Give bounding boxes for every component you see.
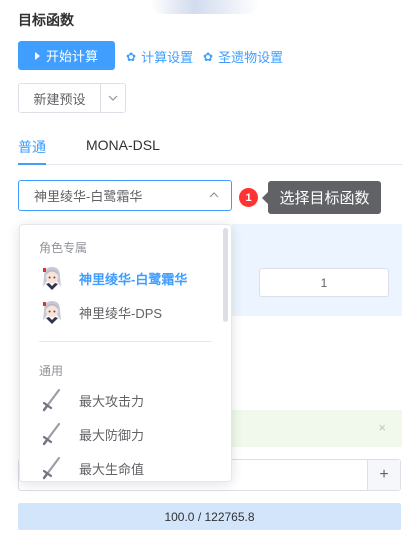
tab-normal[interactable]: 普通 [18,137,46,157]
gear-icon: ✿ [126,49,137,64]
guide-step-badge: 1 [239,188,258,207]
start-calculation-label: 开始计算 [45,49,98,64]
tab-indicator [18,163,46,165]
artifact-settings-button[interactable]: ✿ 圣遗物设置 [203,47,283,66]
calc-settings-label: 计算设置 [141,50,194,65]
option-max-hp[interactable]: 最大生命值 [20,451,225,481]
sword-icon [40,387,64,413]
chevron-up-icon [209,189,219,200]
preset-dropdown[interactable]: 新建预设 [18,83,126,113]
target-function-dropdown: 角色专属 神里绫华-白鹭霜华 神里绫华-DPS 通用 最大攻击力 最大防御力 最… [19,224,232,482]
guide-tooltip: 选择目标函数 [262,181,381,214]
ayaka-avatar-icon [40,265,64,291]
target-function-value: 神里绫华-白鹭霜华 [34,189,143,204]
sword-icon [40,421,64,447]
tab-mona-dsl[interactable]: MONA-DSL [86,137,160,153]
option-label: 最大生命值 [79,461,145,477]
banner-image-fragment [150,0,260,14]
increment-button[interactable]: + [367,460,400,490]
progress-bar: 100.0 / 122765.8 [18,503,401,530]
option-max-defense[interactable]: 最大防御力 [20,417,225,451]
option-label: 最大攻击力 [79,393,145,409]
group-title-character: 角色专属 [39,241,88,255]
target-function-select[interactable]: 神里绫华-白鹭霜华 [18,180,232,211]
option-label: 神里绫华-白鹭霜华 [79,271,188,287]
option-label: 最大防御力 [79,427,145,443]
config-number-input[interactable]: 1 [259,268,389,297]
option-label: 神里绫华-DPS [79,305,163,321]
group-title-general: 通用 [39,364,64,378]
ayaka-avatar-icon [40,299,64,325]
artifact-settings-label: 圣遗物设置 [218,50,284,65]
calc-settings-button[interactable]: ✿ 计算设置 [126,47,193,66]
option-max-attack[interactable]: 最大攻击力 [20,383,225,417]
gear-icon: ✿ [203,49,214,64]
info-alert: × [232,410,402,447]
option-ayaka-support[interactable]: 神里绫华-白鹭霜华 [20,261,225,295]
sword-icon [40,455,64,481]
close-icon[interactable]: × [378,420,386,435]
tab-bar: 普通 MONA-DSL [18,128,402,165]
group-divider [39,341,212,342]
play-icon [34,51,40,60]
new-preset-button[interactable]: 新建预设 [19,84,101,112]
section-title: 目标函数 [18,12,74,28]
chevron-down-icon[interactable] [101,84,125,112]
progress-text: 100.0 / 122765.8 [164,509,255,524]
start-calculation-button[interactable]: 开始计算 [18,41,115,70]
option-ayaka-dps[interactable]: 神里绫华-DPS [20,295,225,329]
